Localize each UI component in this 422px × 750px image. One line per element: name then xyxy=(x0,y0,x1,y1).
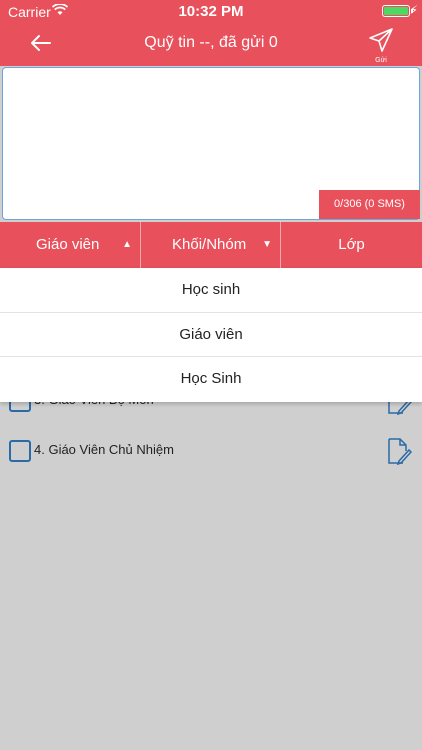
status-bar: Carrier 10:32 PM ⚡ xyxy=(0,0,422,22)
caret-down-icon: ▼ xyxy=(262,239,272,250)
send-icon xyxy=(369,28,393,52)
battery-icon xyxy=(382,5,413,17)
list-item[interactable]: 4. Giáo Viên Chủ Nhiệm xyxy=(0,426,422,476)
filter-group-label: Khối/Nhóm xyxy=(172,236,247,253)
role-dropdown-menu: Học sinh Giáo viên Học Sinh xyxy=(0,268,422,402)
filter-group[interactable]: Khối/Nhóm ▼ xyxy=(141,222,281,268)
caret-up-icon: ▲ xyxy=(122,239,132,250)
dropdown-option-student-2[interactable]: Học Sinh xyxy=(0,357,422,402)
send-button[interactable]: Gửi xyxy=(364,26,398,64)
sms-counter: 0/306 (0 SMS) xyxy=(319,190,420,219)
checkbox[interactable] xyxy=(9,440,31,462)
navigation-bar: Quỹ tin --, đã gửi 0 Gửi xyxy=(0,22,422,66)
status-time: 10:32 PM xyxy=(178,3,244,20)
filter-class-label: Lớp xyxy=(338,236,365,253)
filter-class[interactable]: Lớp xyxy=(281,222,422,268)
list-item-label: 4. Giáo Viên Chủ Nhiệm xyxy=(34,442,174,457)
edit-document-icon[interactable] xyxy=(386,437,413,466)
page-title: Quỹ tin --, đã gửi 0 xyxy=(144,34,278,51)
dropdown-option-student[interactable]: Học sinh xyxy=(0,268,422,313)
send-label: Gửi xyxy=(375,57,387,64)
filter-role[interactable]: Giáo viên ▲ xyxy=(0,222,141,268)
filter-role-label: Giáo viên xyxy=(36,236,100,253)
app-header: Carrier 10:32 PM ⚡ Quỹ tin --, đã gửi 0 … xyxy=(0,0,422,66)
filter-bar: Giáo viên ▲ Khối/Nhóm ▼ Lớp xyxy=(0,222,422,268)
charging-icon: ⚡ xyxy=(409,3,418,17)
dropdown-option-teacher[interactable]: Giáo viên xyxy=(0,313,422,357)
